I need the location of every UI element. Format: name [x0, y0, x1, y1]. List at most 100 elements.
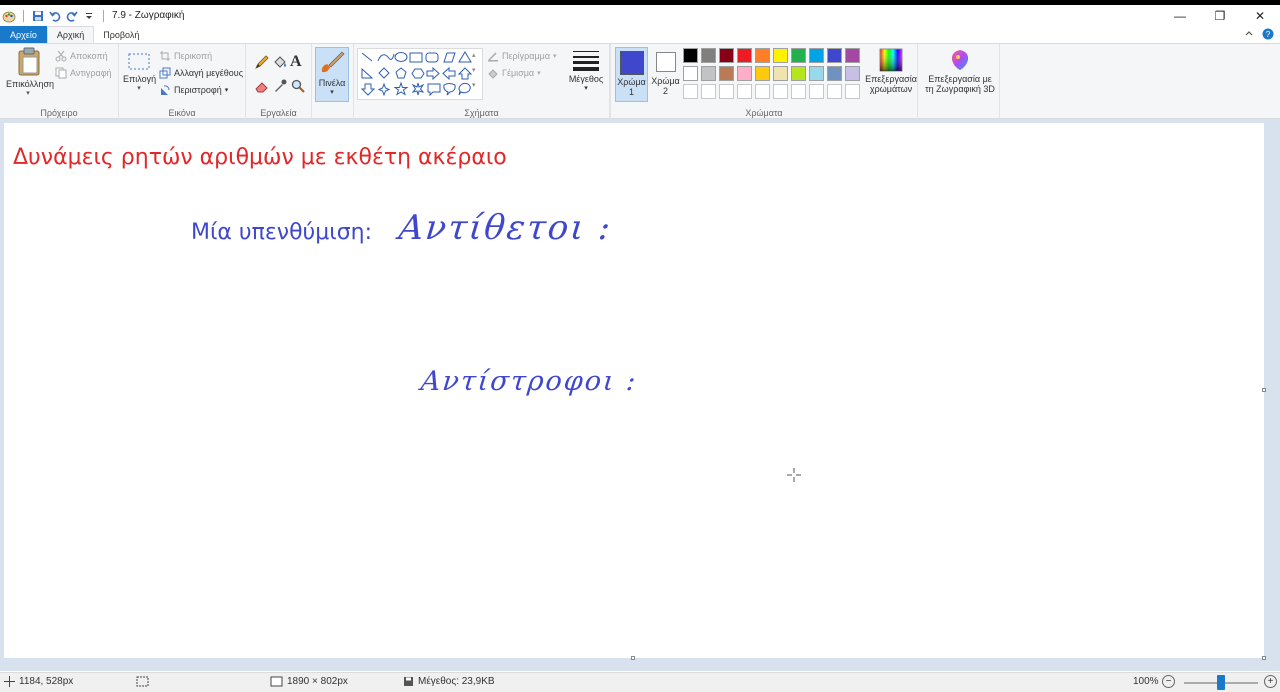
magnifier-icon[interactable] — [290, 78, 306, 96]
brush-icon — [321, 51, 345, 73]
palette-color-swatch[interactable] — [719, 48, 734, 63]
maximize-button[interactable]: ❐ — [1200, 5, 1240, 26]
palette-color-swatch[interactable] — [737, 48, 752, 63]
zoom-out-button[interactable]: − — [1162, 675, 1175, 688]
minimize-button[interactable]: — — [1160, 5, 1200, 26]
tab-file[interactable]: Αρχείο — [0, 26, 47, 43]
palette-color-swatch[interactable] — [827, 48, 842, 63]
outline-icon — [488, 52, 498, 62]
size-button[interactable]: Μέγεθος ▾ — [565, 48, 607, 103]
palette-color-swatch[interactable] — [701, 48, 716, 63]
shapes-scroll[interactable]: ▴ ▾ ▾ — [472, 48, 476, 93]
selection-size — [136, 676, 149, 687]
palette-color-swatch[interactable] — [755, 48, 770, 63]
paint-app-icon[interactable] — [2, 9, 16, 23]
palette-color-swatch[interactable] — [809, 48, 824, 63]
text-tool-icon[interactable]: A — [290, 53, 302, 71]
custom-color-slot[interactable] — [845, 84, 860, 99]
palette-color-swatch[interactable] — [809, 66, 824, 81]
window-title: 7.9 - Ζωγραφική — [112, 10, 185, 21]
undo-icon[interactable] — [48, 9, 62, 23]
edit-colors-label-2: χρωμάτων — [869, 84, 913, 94]
save-icon[interactable] — [31, 9, 45, 23]
selection-icon — [128, 53, 150, 70]
help-icon[interactable]: ? — [1262, 28, 1274, 42]
custom-color-slot[interactable] — [809, 84, 824, 99]
edit-colors-button[interactable]: Επεξεργασία χρωμάτων — [865, 48, 917, 94]
redo-icon[interactable] — [65, 9, 79, 23]
palette-color-swatch[interactable] — [719, 66, 734, 81]
resize-handle-right[interactable] — [1262, 388, 1266, 392]
select-button[interactable]: Επιλογή ▾ — [123, 52, 156, 92]
color-spectrum-icon — [879, 48, 903, 72]
custom-color-slot[interactable] — [773, 84, 788, 99]
color2-label: Χρώμα — [651, 76, 680, 86]
close-button[interactable]: ✕ — [1240, 5, 1280, 26]
crop-button[interactable]: Περικοπή — [159, 50, 212, 62]
zoom-slider-thumb[interactable] — [1217, 675, 1225, 690]
palette-color-swatch[interactable] — [845, 66, 860, 81]
copy-icon — [55, 67, 67, 79]
resize-handle-corner[interactable] — [1262, 656, 1266, 660]
chevron-down-icon: ▾ — [137, 85, 141, 92]
fill-bucket-icon[interactable] — [272, 54, 288, 72]
cut-label: Αποκοπή — [70, 51, 108, 61]
file-size: Μέγεθος: 23,9KB — [403, 676, 495, 687]
custom-color-slot[interactable] — [827, 84, 842, 99]
palette-color-swatch[interactable] — [845, 48, 860, 63]
collapse-ribbon-icon[interactable] — [1244, 28, 1254, 42]
handwriting-reciprocals: Αντίστροφοι : — [419, 366, 639, 397]
shapes-gallery[interactable] — [357, 48, 483, 100]
palette-color-swatch[interactable] — [683, 66, 698, 81]
colors-group: Χρώμα 1 Χρώμα 2 Επεξεργασία χρωμάτων Χρώ… — [610, 44, 918, 120]
palette-color-swatch[interactable] — [791, 66, 806, 81]
rotate-button[interactable]: Περιστροφή ▾ — [159, 84, 228, 96]
pencil-icon[interactable] — [254, 54, 270, 72]
drawing-canvas[interactable]: Δυνάμεις ρητών αριθμών με εκθέτη ακέραιο… — [4, 123, 1264, 658]
crop-label: Περικοπή — [174, 51, 213, 61]
outline-button[interactable]: Περίγραμμα ▾ — [487, 50, 557, 62]
color2-button[interactable]: Χρώμα 2 — [649, 47, 682, 102]
eraser-icon[interactable] — [254, 78, 270, 96]
tab-home[interactable]: Αρχική — [46, 26, 95, 43]
chevron-down-icon: ▾ — [584, 85, 588, 92]
custom-color-slot[interactable] — [683, 84, 698, 99]
colors-group-label: Χρώματα — [745, 108, 783, 118]
edit-colors-label-1: Επεξεργασία — [865, 74, 917, 84]
color-picker-icon[interactable] — [272, 78, 288, 96]
zoom-in-button[interactable]: + — [1264, 675, 1277, 688]
custom-color-slot[interactable] — [701, 84, 716, 99]
palette-color-swatch[interactable] — [701, 66, 716, 81]
tab-view[interactable]: Προβολή — [94, 26, 148, 43]
custom-color-slot[interactable] — [755, 84, 770, 99]
resize-button[interactable]: Αλλαγή μεγέθους — [159, 67, 243, 79]
copy-button[interactable]: Αντιγραφή — [55, 67, 112, 79]
palette-color-swatch[interactable] — [737, 66, 752, 81]
palette-color-swatch[interactable] — [773, 48, 788, 63]
rotate-icon — [161, 85, 170, 95]
file-size-value: Μέγεθος: 23,9KB — [418, 676, 495, 687]
customize-toolbar-icon[interactable] — [82, 9, 96, 23]
palette-color-swatch[interactable] — [827, 66, 842, 81]
palette-color-swatch[interactable] — [791, 48, 806, 63]
custom-color-slot[interactable] — [791, 84, 806, 99]
resize-handle-bottom[interactable] — [631, 656, 635, 660]
edit-with-paint3d-button[interactable]: Επεξεργασία με τη Ζωγραφική 3D — [920, 48, 1000, 94]
paste-button[interactable]: Επικόλληση ▾ — [6, 47, 54, 105]
custom-color-slot[interactable] — [737, 84, 752, 99]
color1-swatch — [619, 51, 644, 75]
custom-color-slot[interactable] — [719, 84, 734, 99]
color1-button[interactable]: Χρώμα 1 — [615, 47, 648, 102]
palette-color-swatch[interactable] — [773, 66, 788, 81]
paint3d-label-2: τη Ζωγραφική 3D — [925, 84, 995, 94]
brushes-button[interactable]: Πινέλα ▾ — [315, 47, 349, 102]
ribbon-right-controls: ? — [1244, 28, 1274, 42]
palette-color-swatch[interactable] — [683, 48, 698, 63]
cut-button[interactable]: Αποκοπή — [55, 50, 108, 62]
canvas-size-icon — [270, 676, 283, 687]
tools-group-label: Εργαλεία — [260, 108, 297, 118]
fill-button[interactable]: Γέμισμα ▾ — [487, 67, 541, 79]
chevron-down-icon: ▾ — [26, 90, 30, 97]
palette-color-swatch[interactable] — [755, 66, 770, 81]
color2-swatch — [655, 52, 676, 72]
